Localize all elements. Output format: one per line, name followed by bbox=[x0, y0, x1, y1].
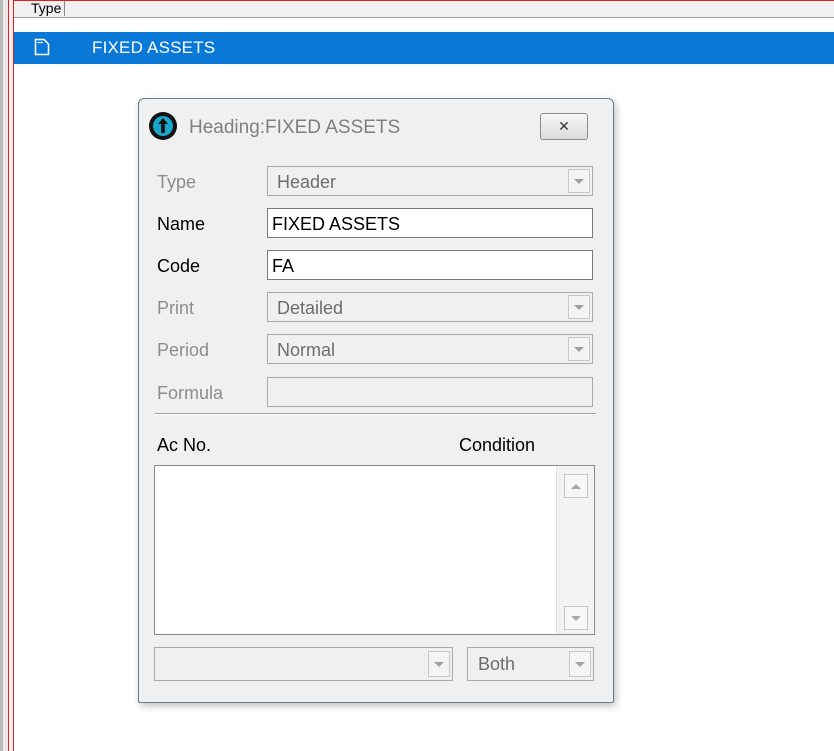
dialog-title: Heading:FIXED ASSETS bbox=[189, 117, 401, 138]
formula-field[interactable] bbox=[267, 377, 593, 407]
type-label: Type bbox=[157, 172, 197, 192]
code-value: FA bbox=[272, 256, 295, 276]
formula-label: Formula bbox=[157, 383, 224, 403]
column-header-type[interactable]: Type bbox=[28, 1, 66, 16]
divider bbox=[155, 413, 596, 415]
code-label: Code bbox=[157, 256, 201, 276]
row-label: FIXED ASSETS bbox=[92, 38, 216, 57]
period-dropdown[interactable]: Normal bbox=[267, 334, 593, 364]
chevron-down-icon[interactable] bbox=[568, 295, 590, 319]
grid-row-selected[interactable]: FIXED ASSETS bbox=[14, 32, 834, 64]
column-header-condition: Condition bbox=[459, 435, 536, 455]
name-field[interactable]: FIXED ASSETS bbox=[267, 208, 593, 238]
account-list[interactable] bbox=[154, 465, 595, 635]
grid-header: Type bbox=[14, 1, 834, 18]
scroll-down-icon[interactable] bbox=[564, 606, 588, 630]
frame-border-inner bbox=[13, 0, 14, 751]
period-value: Normal bbox=[277, 340, 336, 360]
chevron-down-icon[interactable] bbox=[568, 337, 590, 361]
info-circle-icon bbox=[149, 112, 177, 140]
condition-dropdown[interactable]: Both bbox=[467, 647, 594, 681]
chevron-down-icon[interactable] bbox=[568, 169, 590, 193]
print-value: Detailed bbox=[277, 298, 344, 318]
name-value: FIXED ASSETS bbox=[272, 214, 401, 234]
scroll-up-icon[interactable] bbox=[564, 474, 588, 498]
vertical-scrollbar[interactable] bbox=[556, 466, 594, 634]
print-dropdown[interactable]: Detailed bbox=[267, 292, 593, 322]
type-value: Header bbox=[277, 172, 337, 192]
column-header-ac-no: Ac No. bbox=[157, 435, 212, 455]
type-dropdown[interactable]: Header bbox=[267, 166, 593, 196]
heading-dialog: Heading:FIXED ASSETS ✕ Type Header Name … bbox=[138, 98, 614, 703]
condition-value: Both bbox=[478, 654, 516, 674]
period-label: Period bbox=[157, 340, 210, 360]
code-field[interactable]: FA bbox=[267, 250, 593, 280]
name-label: Name bbox=[157, 214, 206, 234]
chevron-down-icon[interactable] bbox=[428, 651, 450, 677]
dialog-titlebar[interactable]: Heading:FIXED ASSETS ✕ bbox=[139, 99, 613, 155]
account-dropdown[interactable] bbox=[154, 647, 453, 681]
document-icon bbox=[34, 38, 50, 56]
chevron-down-icon[interactable] bbox=[569, 651, 591, 677]
print-label: Print bbox=[157, 298, 195, 318]
close-button[interactable]: ✕ bbox=[540, 113, 588, 140]
